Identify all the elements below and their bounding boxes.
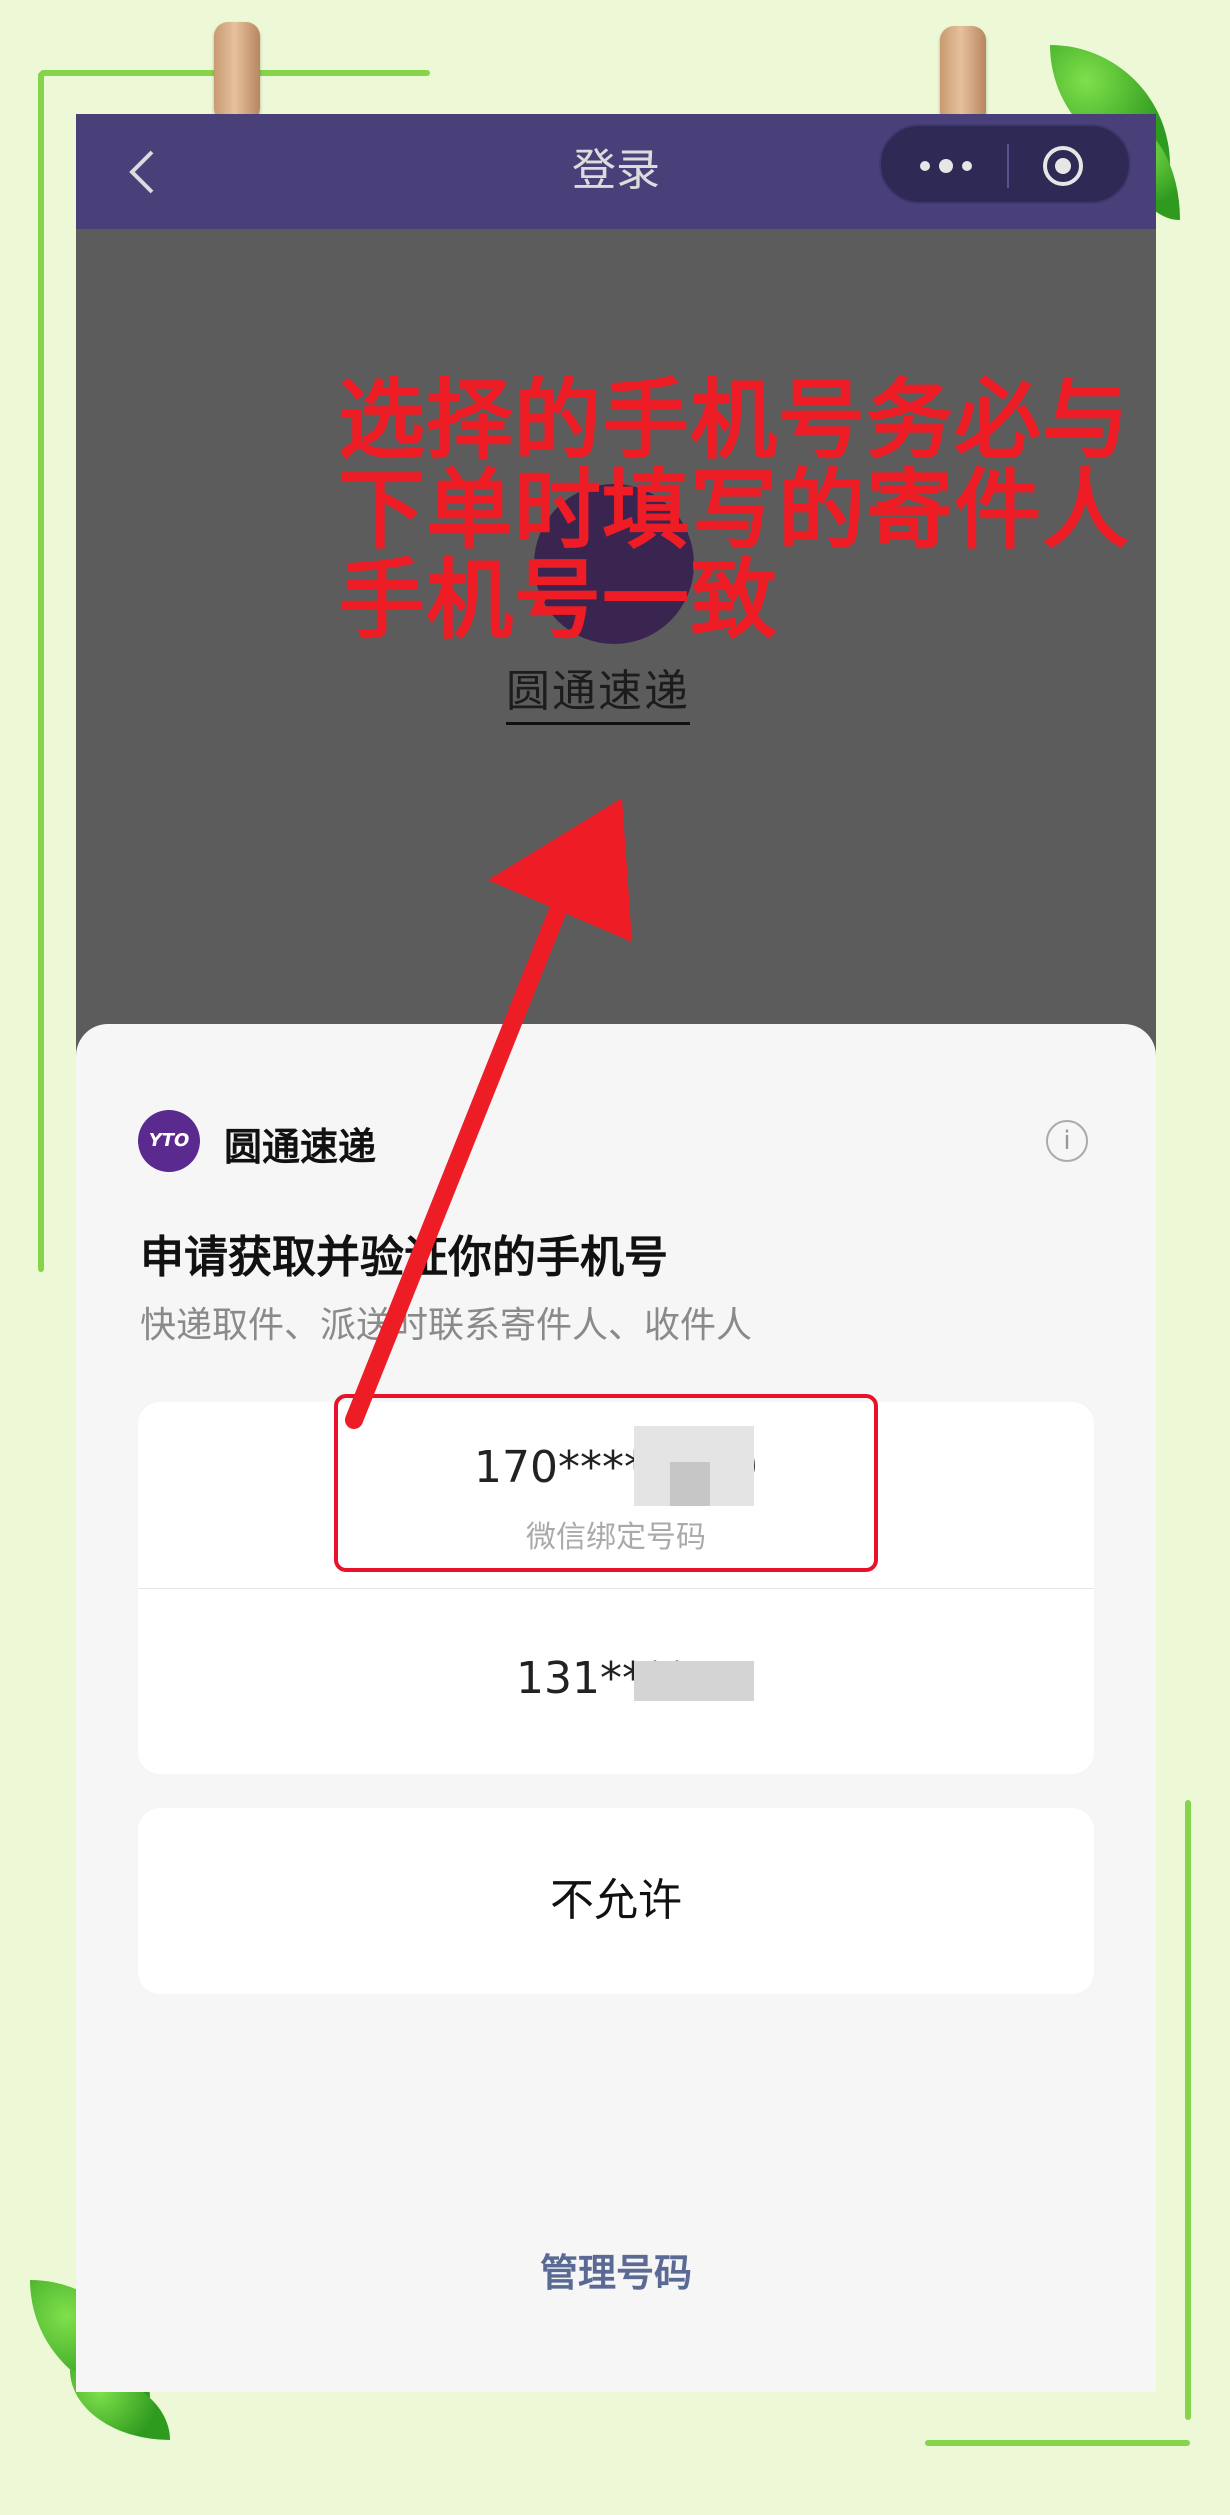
frame-line-left (38, 72, 44, 1272)
highlight-box (334, 1394, 878, 1572)
capsule-divider (1007, 144, 1009, 188)
frame-line-right (1185, 1800, 1191, 2420)
phone-auth-sheet: YTO 圆通速递 i 申请获取并验证你的手机号 快递取件、派送时联系寄件人、收件… (76, 1024, 1156, 2392)
mini-program-capsule (879, 124, 1131, 204)
phone-option-2[interactable]: 131****4 (138, 1589, 1094, 1774)
background-app-name: 圆通速递 (506, 662, 690, 725)
annotation-text: 选择的手机号务必与 下单时填写的寄件人 手机号一致 (338, 375, 1156, 645)
annotation-line: 手机号一致 (338, 549, 778, 651)
target-circle-icon[interactable] (1041, 144, 1085, 188)
phone-screen: 登录 圆通速递 YTO 圆通速递 i 申请获取并验证你的手机号 快递取件、派送时… (76, 114, 1156, 2392)
frame-line-bottom (925, 2440, 1190, 2446)
deny-button[interactable]: 不允许 (138, 1808, 1094, 1994)
app-name: 圆通速递 (224, 1125, 377, 1169)
app-logo: YTO (138, 1110, 200, 1172)
phone-number: 131****4 (516, 1653, 716, 1704)
privacy-mosaic (634, 1661, 754, 1701)
clip-left (214, 22, 260, 122)
manage-numbers-link[interactable]: 管理号码 (76, 2242, 1156, 2297)
info-icon[interactable]: i (1046, 1120, 1088, 1162)
request-subtitle: 快递取件、派送时联系寄件人、收件人 (140, 1305, 753, 1346)
navbar: 登录 (76, 114, 1156, 229)
clip-right (940, 26, 986, 126)
annotation-line: 选择的手机号务必与 (338, 369, 1130, 471)
more-dots-icon[interactable] (911, 144, 981, 188)
annotation-line: 下单时填写的寄件人 (338, 459, 1130, 561)
request-title: 申请获取并验证你的手机号 (140, 1232, 668, 1283)
